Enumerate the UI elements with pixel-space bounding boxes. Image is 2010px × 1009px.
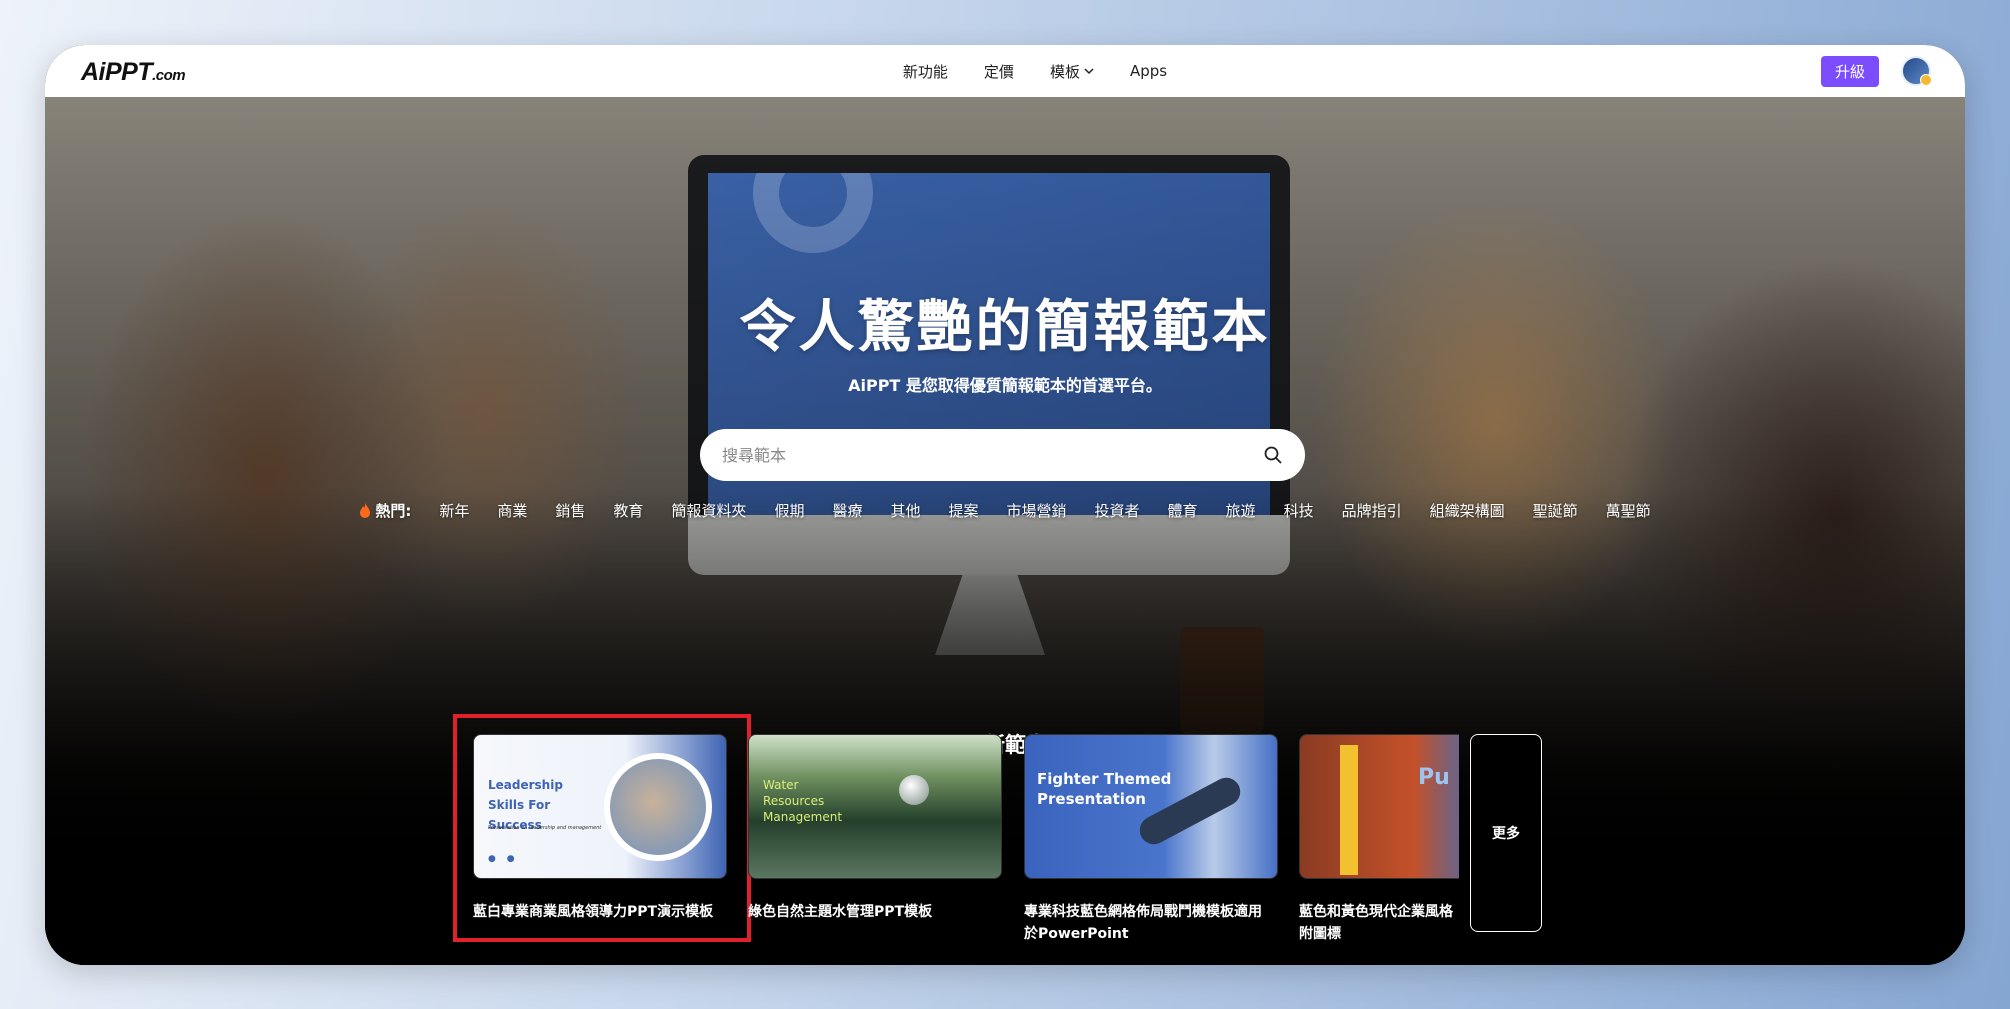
nav-label: Apps <box>1129 62 1168 80</box>
hot-label-text: 熱門: <box>375 502 412 520</box>
thumb-title: Fighter Themed Presentation <box>1037 770 1172 808</box>
hot-tag[interactable]: 提案 <box>948 500 978 521</box>
hot-tag[interactable]: 新年 <box>439 500 469 521</box>
hero-title: 令人驚艷的簡報範本 <box>739 295 1271 360</box>
template-thumbnail[interactable]: Pu <box>1299 734 1459 879</box>
template-name[interactable]: 藍色和黃色現代企業風格附圖標 <box>1299 901 1459 945</box>
hot-tag[interactable]: 品牌指引 <box>1342 500 1402 521</box>
hot-label: 熱門: <box>359 500 411 521</box>
hero-subtitle: AiPPT 是您取得優質簡報範本的首選平台。 <box>848 376 1162 395</box>
nav-label: 新功能 <box>902 62 948 81</box>
thumb-pipe <box>1340 745 1358 875</box>
search-bar <box>700 429 1305 481</box>
hot-tag[interactable]: 市場營銷 <box>1007 500 1067 521</box>
template-thumbnail[interactable]: Water Resources Management <box>748 734 1002 879</box>
nav-new-features[interactable]: 新功能 <box>903 61 948 82</box>
browser-window: AiPPT.com 新功能 定價 模板 Apps 升級 令人驚艷的簡報範本 Ai… <box>45 45 1965 965</box>
top-navbar: AiPPT.com 新功能 定價 模板 Apps 升級 <box>45 45 1965 97</box>
hot-tag[interactable]: 科技 <box>1284 500 1314 521</box>
hot-tag[interactable]: 簡報資料夾 <box>671 500 746 521</box>
thumb-title: Water Resources Management <box>763 778 843 824</box>
user-avatar[interactable] <box>1901 56 1932 86</box>
thumb-title: Pu <box>1418 765 1450 790</box>
thumb-subtitle: Presentation on leadership and managemen… <box>488 825 602 831</box>
nav-label: 定價 <box>983 62 1014 81</box>
template-name[interactable]: 藍白專業商業風格領導力PPT演示模板 <box>473 901 723 923</box>
search-icon[interactable] <box>1263 445 1283 465</box>
nav-templates-dropdown[interactable]: 模板 <box>1050 61 1094 82</box>
template-card-corporate[interactable]: Pu 藍色和黃色現代企業風格附圖標 <box>1299 734 1459 945</box>
flame-icon <box>360 503 371 518</box>
hot-tag[interactable]: 投資者 <box>1095 500 1140 521</box>
template-name[interactable]: 專業科技藍色網格佈局戰鬥機模板適用於PowerPoint <box>1024 901 1274 945</box>
chevron-down-icon <box>1084 68 1094 75</box>
hot-tag[interactable]: 組織架構圖 <box>1430 500 1505 521</box>
hot-tag[interactable]: 體育 <box>1168 500 1198 521</box>
hot-tag[interactable]: 銷售 <box>555 500 585 521</box>
main-nav: 新功能 定價 模板 Apps <box>45 45 1965 97</box>
hot-tag[interactable]: 醫療 <box>832 500 862 521</box>
thumb-photo <box>604 753 712 861</box>
nav-apps[interactable]: Apps <box>1130 62 1167 80</box>
template-card-water[interactable]: Water Resources Management 綠色自然主題水管理PPT模… <box>748 734 1003 923</box>
template-thumbnail[interactable]: Leadership Skills For Success Presentati… <box>473 734 727 879</box>
hot-tag[interactable]: 教育 <box>613 500 643 521</box>
hot-tag[interactable]: 旅遊 <box>1226 500 1256 521</box>
more-templates-button[interactable]: 更多 <box>1470 734 1542 932</box>
template-card-fighter[interactable]: Fighter Themed Presentation 專業科技藍色網格佈局戰鬥… <box>1024 734 1279 945</box>
nav-pricing[interactable]: 定價 <box>984 61 1014 82</box>
template-name[interactable]: 綠色自然主題水管理PPT模板 <box>748 901 998 923</box>
vip-badge-icon <box>1920 74 1932 86</box>
hot-tag[interactable]: 商業 <box>497 500 527 521</box>
nav-label: 模板 <box>1049 62 1080 81</box>
search-input[interactable] <box>722 445 1263 465</box>
thumb-water-drop <box>899 775 929 805</box>
thumb-dots: ● ● <box>488 854 519 864</box>
hot-tag[interactable]: 其他 <box>890 500 920 521</box>
hot-tags-row: 熱門: 新年 商業 銷售 教育 簡報資料夾 假期 醫療 其他 提案 市場營銷 投… <box>45 500 1965 521</box>
upgrade-button[interactable]: 升級 <box>1820 56 1879 87</box>
hot-tag[interactable]: 聖誕節 <box>1533 500 1578 521</box>
template-cards: Leadership Skills For Success Presentati… <box>45 714 1965 965</box>
template-thumbnail[interactable]: Fighter Themed Presentation <box>1024 734 1278 879</box>
template-card-leadership[interactable]: Leadership Skills For Success Presentati… <box>453 714 751 942</box>
hot-tag[interactable]: 假期 <box>774 500 804 521</box>
hot-tag[interactable]: 萬聖節 <box>1606 500 1651 521</box>
